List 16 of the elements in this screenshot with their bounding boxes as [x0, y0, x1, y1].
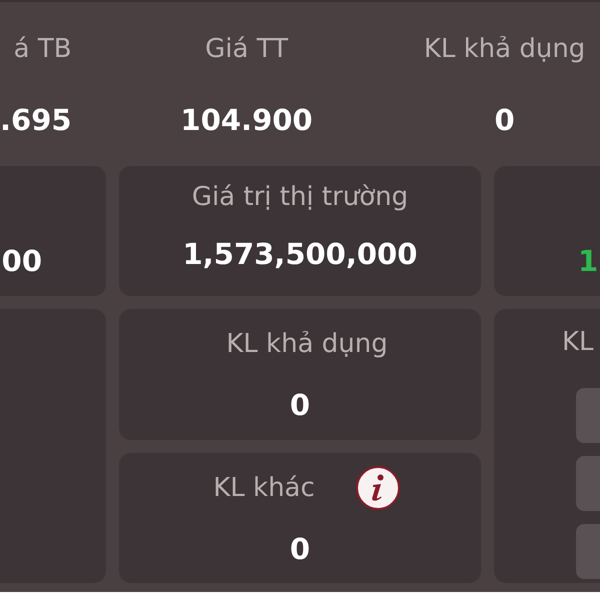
quantity-label: KL khác — [213, 474, 315, 500]
summary-label: KL khả dụng — [424, 36, 586, 62]
summary-value: 104.900 — [180, 106, 313, 135]
info-icon[interactable] — [354, 464, 401, 510]
summary-label: á TB — [14, 36, 72, 62]
market-value: 1,573,500,000 — [182, 240, 418, 269]
summary-label: Giá TT — [205, 36, 288, 62]
panel-label: KL — [561, 329, 595, 355]
summary-value: .695 — [0, 106, 72, 135]
quantity-label: KL khả dụng — [226, 331, 388, 357]
market-value-label: Giá trị thị trường — [192, 184, 408, 210]
quantity-value: 0 — [290, 391, 310, 420]
quantity-value: 0 — [290, 534, 310, 564]
market-value: 00 — [2, 247, 42, 276]
profit-value: 1 — [578, 247, 598, 276]
summary-value: 0 — [494, 106, 515, 135]
